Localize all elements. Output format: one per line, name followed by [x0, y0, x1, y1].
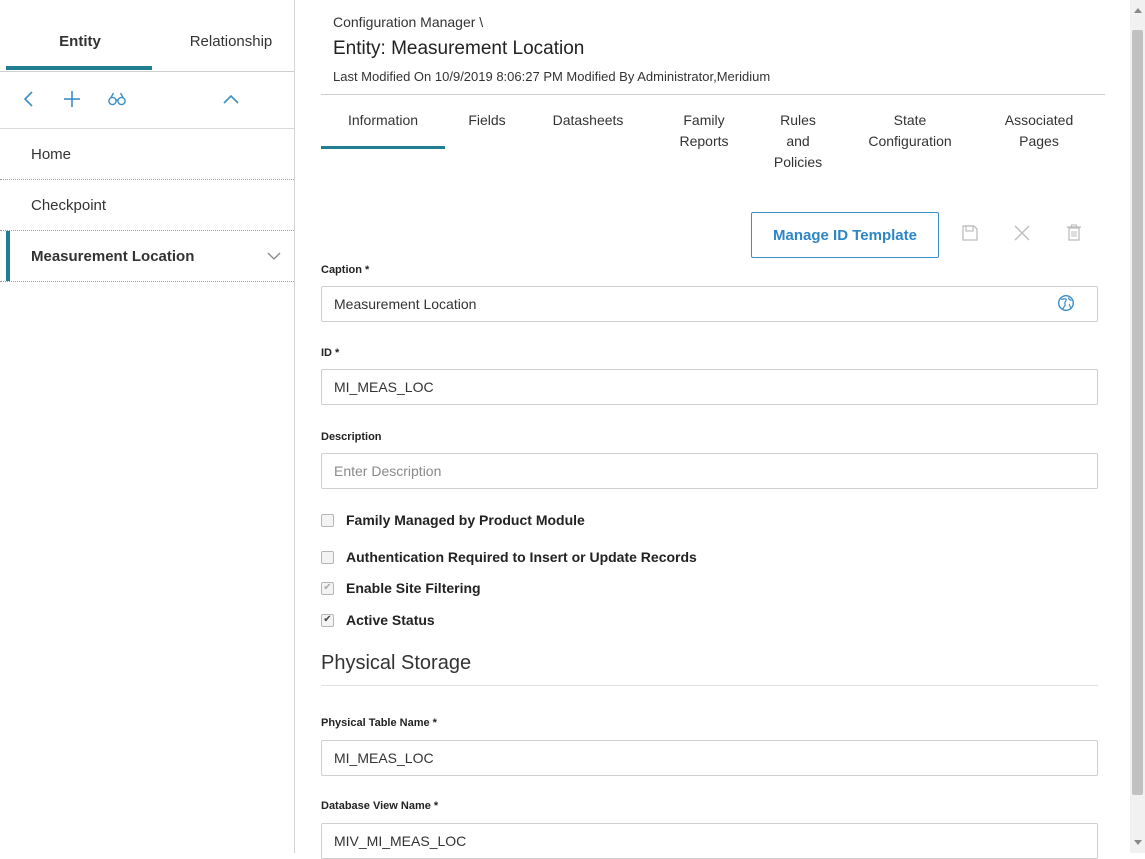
page-title: Entity: Measurement Location [333, 38, 585, 59]
checkbox-label: Active Status [346, 612, 435, 628]
entity-tabs: Information Fields Datasheets Family Rep… [321, 110, 1105, 190]
tab-information[interactable]: Information [348, 110, 418, 131]
checkbox-row-authentication-required[interactable]: Authentication Required to Insert or Upd… [321, 549, 697, 565]
nav-item-home[interactable]: Home [0, 129, 294, 180]
checkbox-label: Authentication Required to Insert or Upd… [346, 549, 697, 565]
nav-item-checkpoint[interactable]: Checkpoint [0, 180, 294, 231]
checkbox-row-active-status[interactable]: ✔ Active Status [321, 612, 435, 628]
last-modified-text: Last Modified On 10/9/2019 8:06:27 PM Mo… [333, 69, 771, 84]
active-tab-indicator [321, 146, 445, 149]
caption-label: Caption * [321, 264, 370, 276]
checkbox-label: Enable Site Filtering [346, 580, 481, 596]
physical-table-name-label: Physical Table Name * [321, 717, 437, 729]
enable-site-filtering-checkbox[interactable]: ✔ [321, 581, 334, 595]
nav-item-label: Checkpoint [31, 196, 107, 214]
tab-datasheets[interactable]: Datasheets [553, 110, 624, 131]
tab-label: Datasheets [552, 112, 624, 128]
trash-icon[interactable] [1063, 222, 1085, 244]
tab-entity[interactable]: Entity [59, 33, 101, 50]
nav-item-measurement-location[interactable]: Measurement Location [0, 231, 294, 282]
save-icon[interactable] [959, 222, 981, 244]
checkbox-row-enable-site-filtering[interactable]: ✔ Enable Site Filtering [321, 580, 481, 596]
sidebar-tabs: Entity Relationship [0, 0, 294, 72]
checkbox-label: Family Managed by Product Module [346, 512, 585, 528]
active-status-checkbox[interactable]: ✔ [321, 613, 334, 627]
tab-label: Reports [679, 133, 729, 149]
tab-label: State [893, 112, 927, 128]
chevron-up-icon[interactable] [218, 86, 244, 112]
checkbox-row-family-managed[interactable]: Family Managed by Product Module [321, 512, 585, 528]
manage-id-template-button[interactable]: Manage ID Template [751, 212, 939, 258]
description-input[interactable] [321, 453, 1098, 489]
active-tab-indicator [6, 66, 152, 70]
tab-relationship[interactable]: Relationship [190, 33, 273, 50]
binoculars-icon[interactable] [104, 86, 130, 112]
globe-icon[interactable] [1057, 294, 1075, 312]
database-view-name-input[interactable] [321, 823, 1098, 859]
database-view-name-label: Database View Name * [321, 800, 439, 812]
section-divider [321, 685, 1098, 686]
id-input[interactable] [321, 369, 1098, 405]
tab-fields[interactable]: Fields [468, 110, 505, 131]
tab-family-reports[interactable]: Family Reports [679, 110, 728, 152]
vertical-scrollbar[interactable] [1130, 0, 1145, 853]
tab-label: Information [347, 112, 419, 128]
scroll-thumb[interactable] [1132, 30, 1143, 795]
nav-item-label: Measurement Location [31, 247, 195, 265]
tab-label: Associated [1004, 112, 1074, 128]
nav-item-label: Home [31, 145, 72, 163]
header-divider [321, 94, 1105, 95]
tab-label: Configuration [868, 133, 952, 149]
action-bar: Manage ID Template [321, 212, 1105, 258]
scroll-up-arrow-icon[interactable] [1134, 8, 1142, 13]
close-icon[interactable] [1011, 222, 1033, 244]
physical-table-name-input[interactable] [321, 740, 1098, 776]
left-sidebar: Entity Relationship Home Checkpoint Meas… [0, 0, 295, 853]
physical-storage-heading: Physical Storage [321, 652, 472, 674]
tab-label: Family [683, 112, 725, 128]
chevron-left-icon[interactable] [16, 86, 42, 112]
scroll-down-arrow-icon[interactable] [1134, 840, 1142, 845]
tab-label: Pages [1019, 133, 1059, 149]
plus-icon[interactable] [59, 86, 85, 112]
tab-state-configuration[interactable]: State Configuration [868, 110, 951, 152]
main-content: Configuration Manager \ Entity: Measurem… [321, 0, 1111, 859]
chevron-down-icon[interactable] [266, 248, 282, 264]
description-label: Description [321, 431, 382, 443]
tab-label: and [786, 133, 810, 149]
tab-rules-and-policies[interactable]: Rules and Policies [774, 110, 822, 173]
family-managed-checkbox[interactable] [321, 513, 334, 527]
tab-label: Rules [780, 112, 816, 128]
id-label: ID * [321, 347, 340, 359]
breadcrumb[interactable]: Configuration Manager \ [333, 14, 483, 30]
tab-label: Fields [468, 112, 506, 128]
authentication-required-checkbox[interactable] [321, 550, 334, 564]
entity-nav-list: Home Checkpoint Measurement Location [0, 129, 294, 282]
caption-input[interactable] [321, 286, 1098, 322]
sidebar-toolbar [0, 72, 294, 129]
tab-label: Policies [773, 154, 823, 170]
tab-associated-pages[interactable]: Associated Pages [1005, 110, 1073, 152]
